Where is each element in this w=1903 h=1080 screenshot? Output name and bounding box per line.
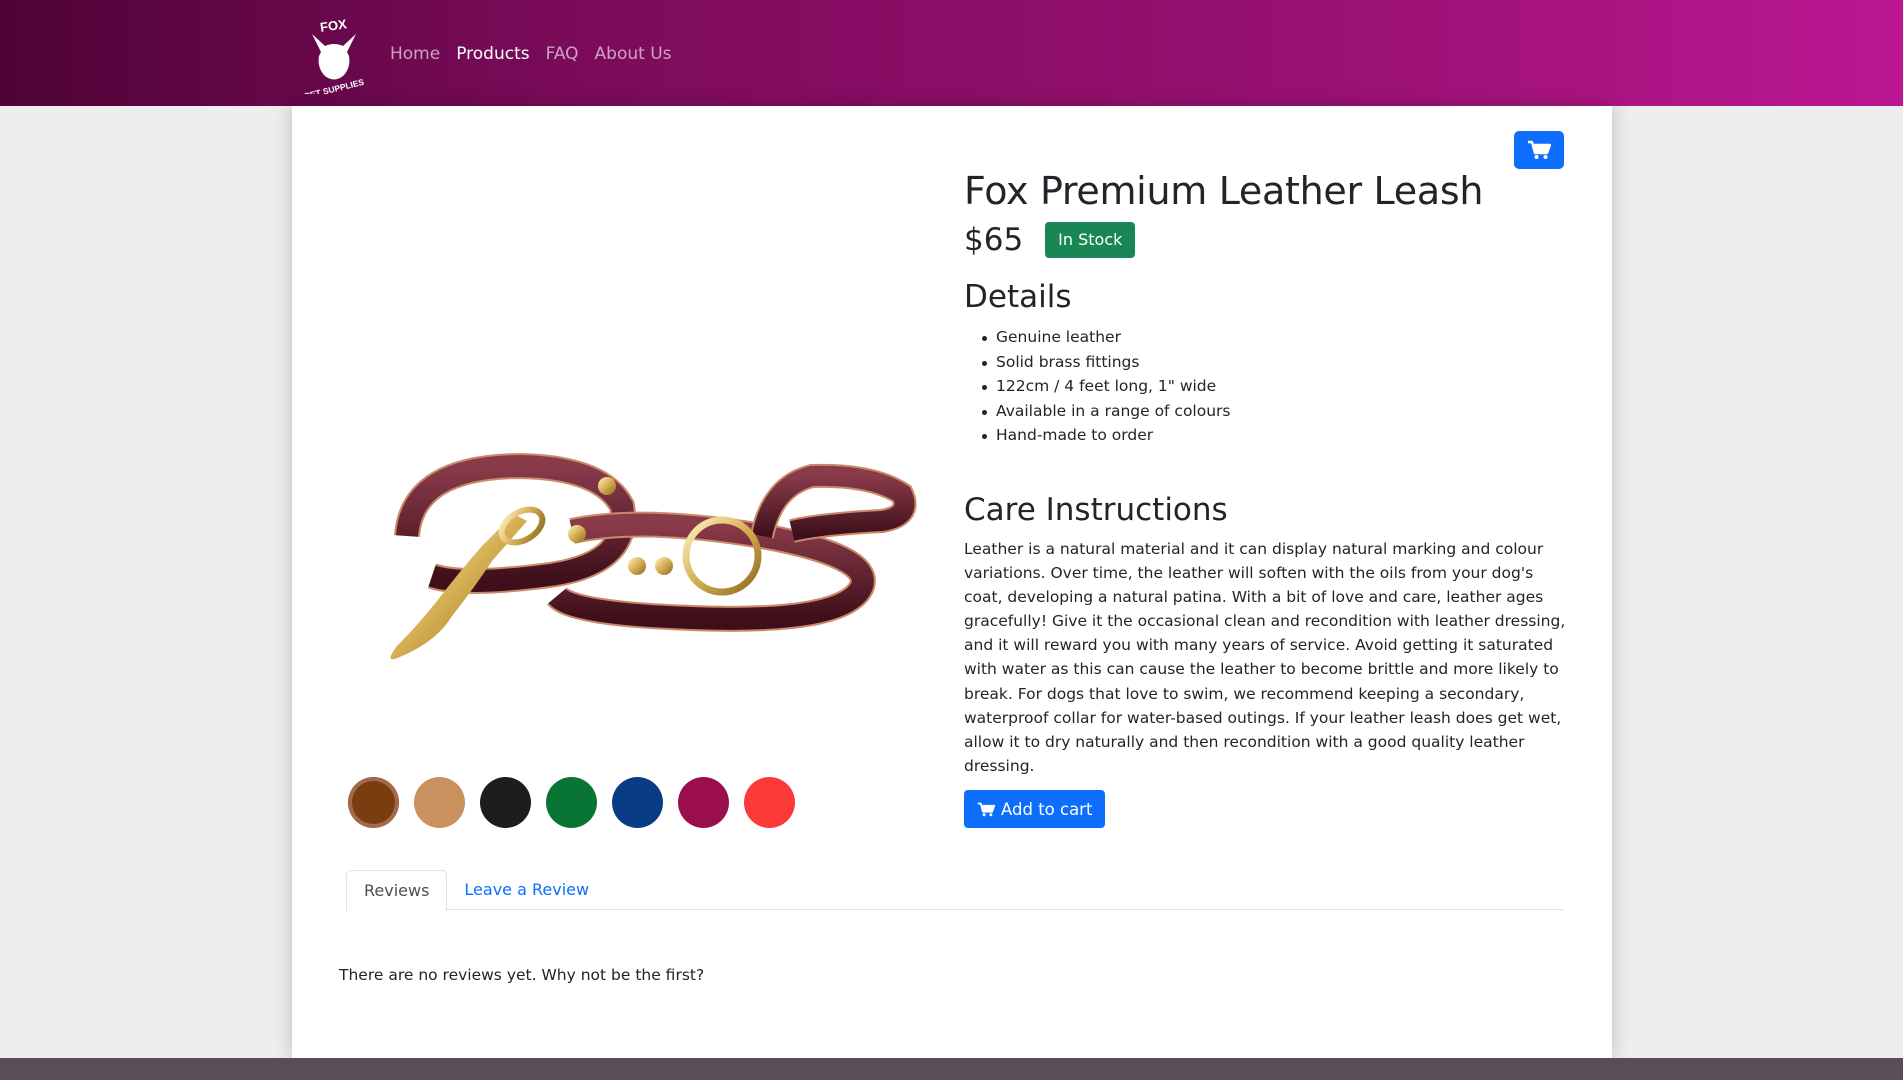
main-nav: Home Products FAQ About Us	[390, 44, 672, 64]
add-to-cart-button[interactable]: Add to cart	[964, 790, 1105, 828]
product-image	[342, 356, 922, 716]
tab-reviews[interactable]: Reviews	[346, 870, 447, 911]
product-card: Fox Premium Leather Leash $65 In Stock D…	[292, 106, 1612, 1058]
detail-item: Available in a range of colours	[982, 399, 1574, 424]
product-title: Fox Premium Leather Leash	[964, 168, 1574, 214]
shopping-cart-icon	[977, 802, 995, 817]
stock-badge: In Stock	[1045, 222, 1135, 258]
price-row: $65 In Stock	[964, 220, 1574, 260]
nav-about-us[interactable]: About Us	[595, 44, 672, 64]
swatch-green[interactable]	[546, 777, 597, 828]
details-list: Genuine leather Solid brass fittings 122…	[982, 325, 1574, 448]
review-tabs: Reviews Leave a Review	[346, 870, 1564, 910]
swatch-tan[interactable]	[414, 777, 465, 828]
swatch-navy[interactable]	[612, 777, 663, 828]
swatch-burgundy[interactable]	[678, 777, 729, 828]
swatch-brown[interactable]	[348, 777, 399, 828]
nav-home[interactable]: Home	[390, 44, 440, 64]
colour-swatches	[348, 777, 795, 828]
detail-item: Solid brass fittings	[982, 350, 1574, 375]
swatch-red[interactable]	[744, 777, 795, 828]
detail-item: 122cm / 4 feet long, 1" wide	[982, 374, 1574, 399]
product-info: Fox Premium Leather Leash $65 In Stock D…	[964, 168, 1574, 778]
shopping-cart-icon	[1527, 140, 1551, 160]
footer	[0, 1058, 1903, 1080]
swatch-black[interactable]	[480, 777, 531, 828]
detail-item: Genuine leather	[982, 325, 1574, 350]
cart-button[interactable]	[1514, 131, 1564, 169]
care-heading: Care Instructions	[964, 490, 1574, 530]
no-reviews-message: There are no reviews yet. Why not be the…	[339, 966, 704, 984]
tab-leave-review[interactable]: Leave a Review	[447, 870, 606, 911]
product-price: $65	[964, 222, 1023, 258]
details-heading: Details	[964, 277, 1574, 317]
nav-faq[interactable]: FAQ	[546, 44, 579, 64]
add-to-cart-label: Add to cart	[1001, 800, 1092, 819]
nav-products[interactable]: Products	[456, 44, 529, 64]
logo-text-top: FOX	[319, 16, 348, 35]
fox-logo[interactable]: FOX PET SUPPLIES	[299, 12, 369, 94]
care-text: Leather is a natural material and it can…	[964, 537, 1569, 778]
detail-item: Hand-made to order	[982, 423, 1574, 448]
navbar: FOX PET SUPPLIES Home Products FAQ About…	[0, 0, 1903, 106]
